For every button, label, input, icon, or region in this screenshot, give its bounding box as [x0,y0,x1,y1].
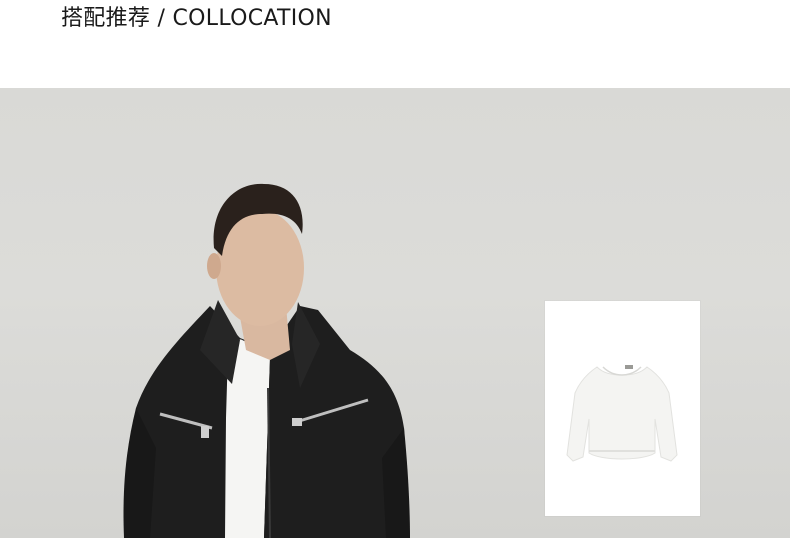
collocation-page: 搭配推荐 / COLLOCATION [0,0,790,538]
section-header: 搭配推荐 / COLLOCATION [0,0,790,88]
section-title: 搭配推荐 / COLLOCATION [61,6,332,31]
white-sweatshirt-image-icon [566,365,678,462]
hero-banner [0,88,790,538]
product-card[interactable] [545,301,700,516]
